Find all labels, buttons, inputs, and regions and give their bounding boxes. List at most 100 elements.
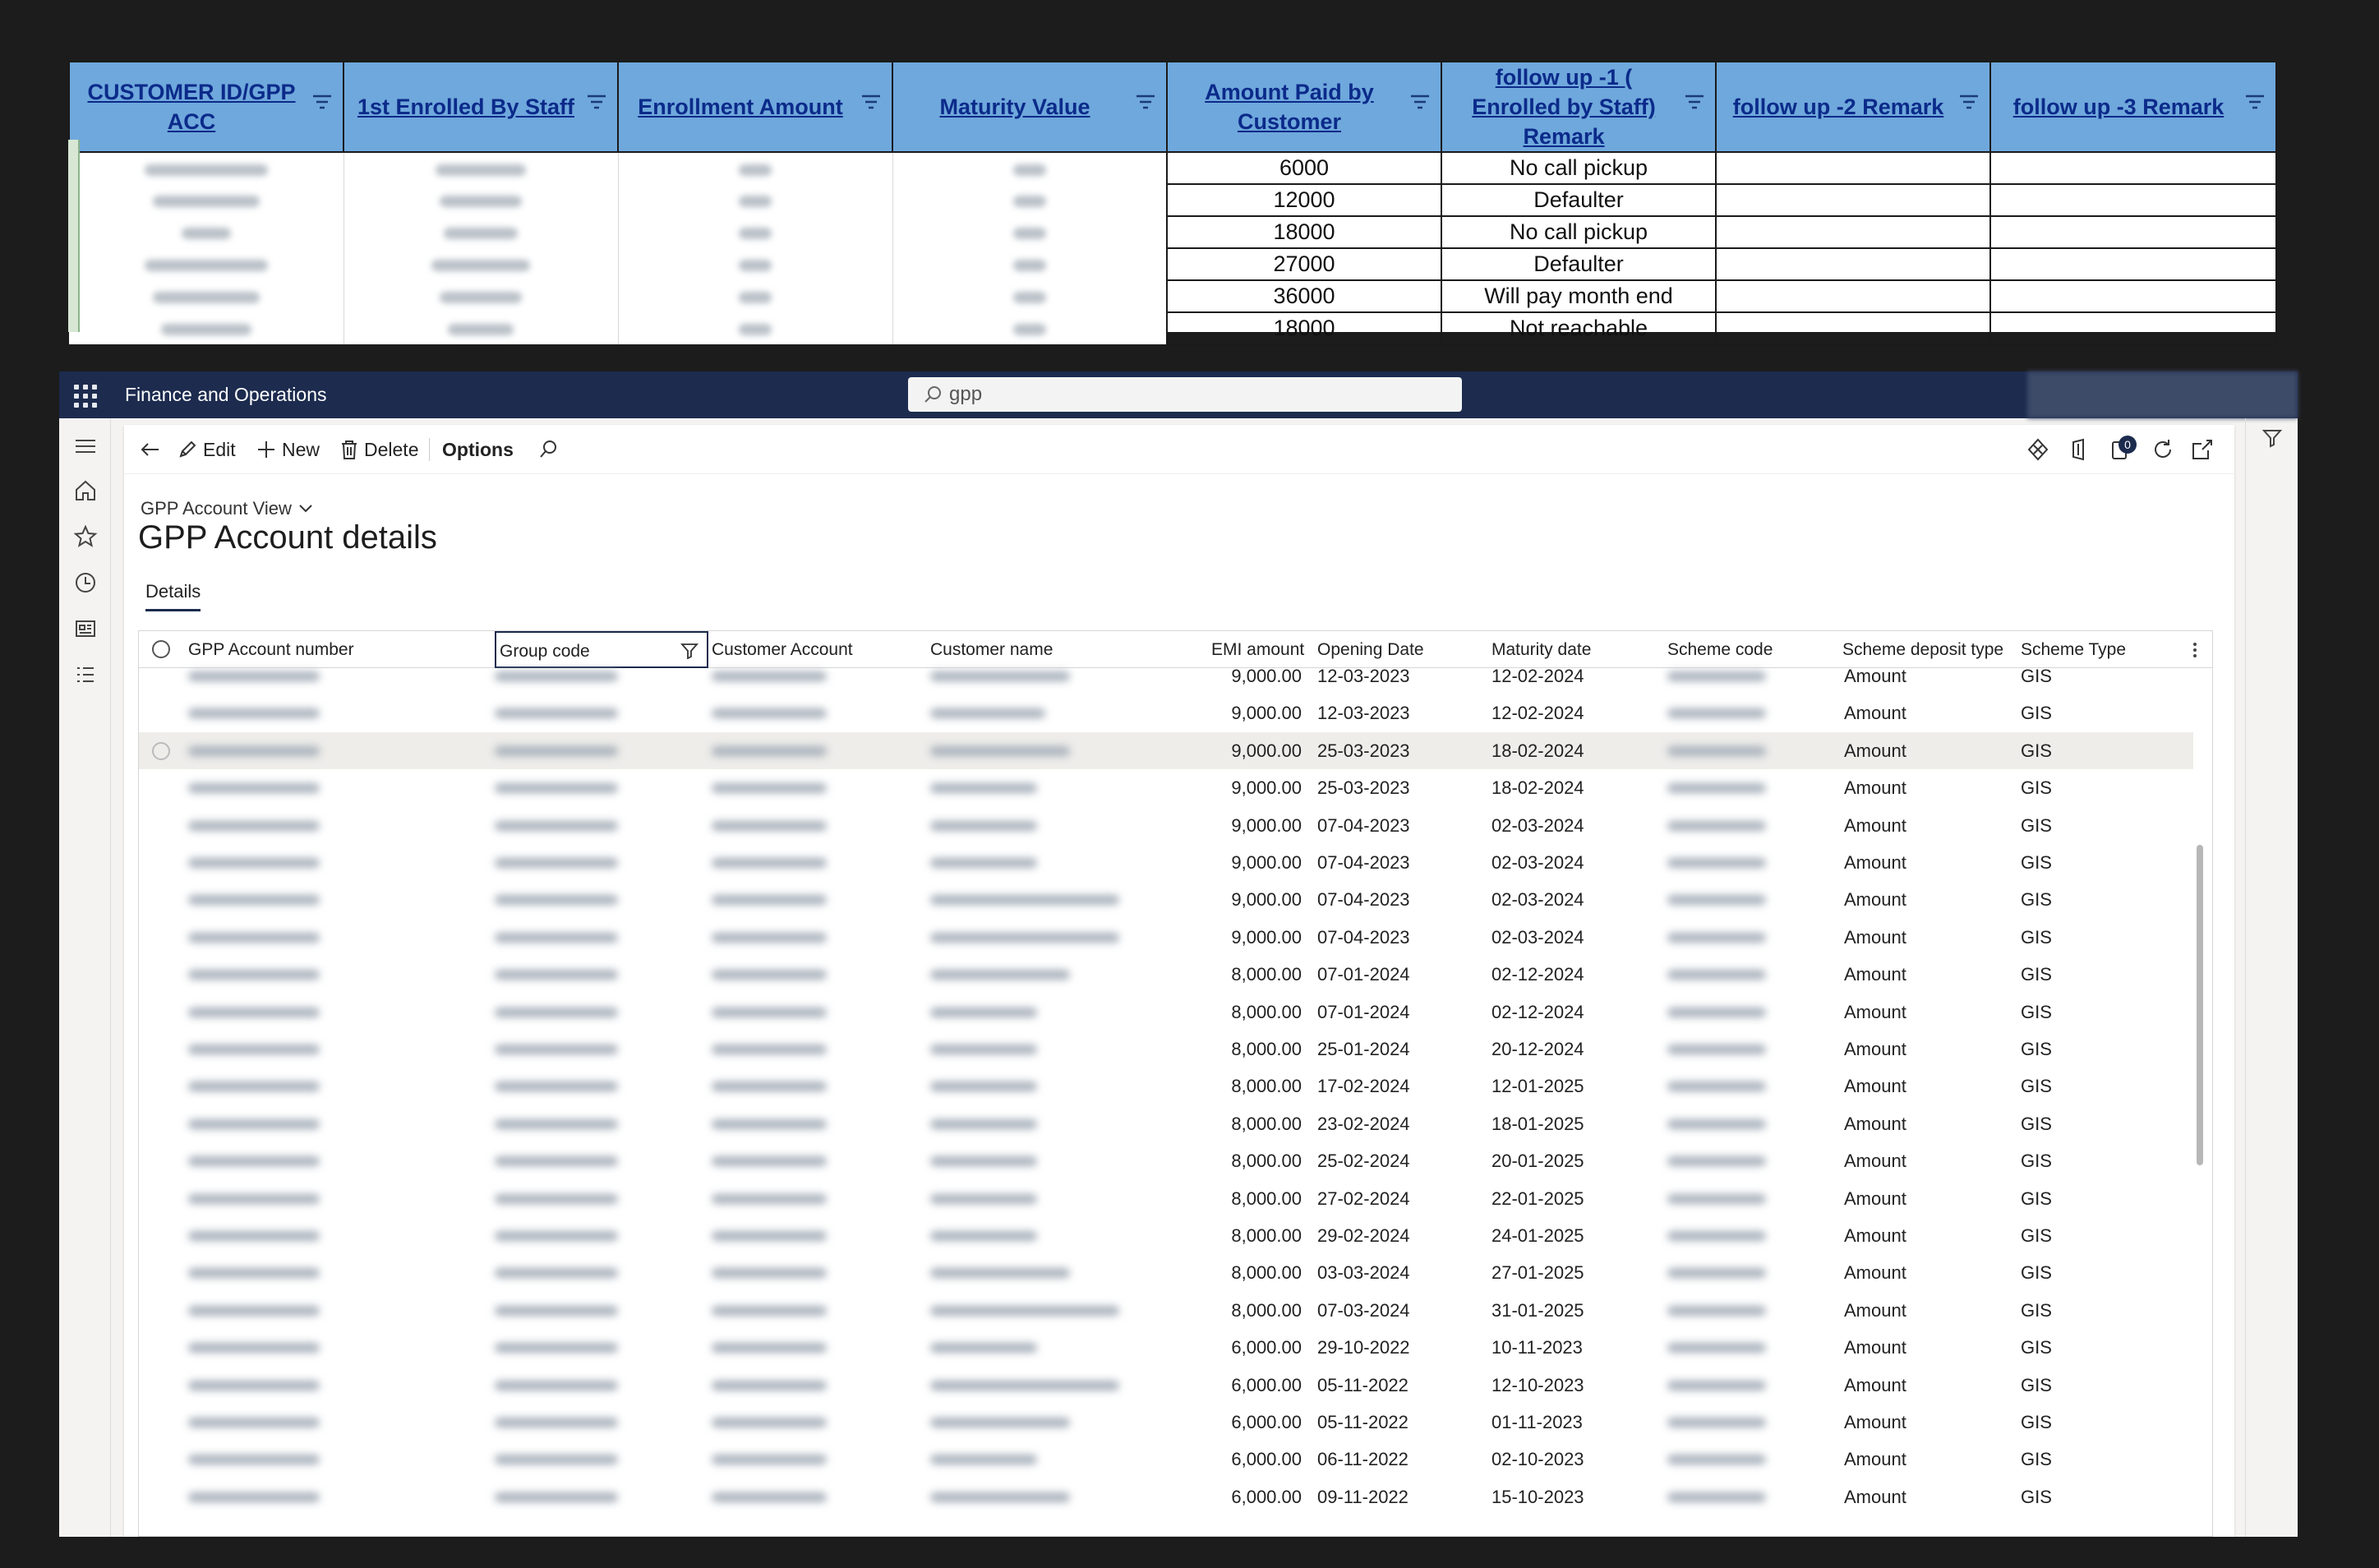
table-row[interactable]: 6,000.00 09-11-2022 15-10-2023 Amount GIS xyxy=(139,1478,2193,1515)
table-row[interactable]: 8,000.00 27-02-2024 22-01-2025 Amount GIS xyxy=(139,1180,2193,1217)
filter-icon[interactable] xyxy=(680,643,698,659)
delete-button[interactable]: Delete xyxy=(339,436,418,463)
select-all-radio[interactable] xyxy=(152,640,170,658)
sheet-column-header[interactable]: Maturity Value xyxy=(892,61,1168,153)
redacted-value xyxy=(712,820,827,831)
table-row[interactable]: 9,000.00 12-03-2023 12-02-2024 Amount GIS xyxy=(139,694,2193,731)
favorites-star-icon[interactable] xyxy=(72,523,99,550)
redacted-value xyxy=(188,1045,320,1054)
emi-amount-cell: 8,000.00 xyxy=(1231,1039,1302,1059)
table-row[interactable]: 9,000.00 25-03-2023 18-02-2024 Amount GIS xyxy=(139,769,2193,806)
maturity-date-cell: 12-10-2023 xyxy=(1491,1374,1584,1395)
table-row[interactable]: 9,000.00 12-03-2023 12-02-2024 Amount GIS xyxy=(139,657,2193,694)
row-select-radio[interactable] xyxy=(152,741,170,760)
refresh-icon[interactable] xyxy=(2151,437,2175,462)
more-options-icon[interactable] xyxy=(2192,641,2198,659)
table-row[interactable]: 8,000.00 03-03-2024 27-01-2025 Amount GIS xyxy=(139,1254,2193,1291)
app-launcher-icon[interactable] xyxy=(74,385,97,408)
table-row[interactable]: 9,000.00 07-04-2023 02-03-2024 Amount GIS xyxy=(139,919,2193,956)
table-row[interactable]: 8,000.00 25-01-2024 20-12-2024 Amount GIS xyxy=(139,1031,2193,1068)
maturity-date-cell: 27-01-2025 xyxy=(1491,1262,1584,1284)
options-tab[interactable]: Options xyxy=(442,436,514,463)
sheet-column-header[interactable]: Amount Paid by Customer xyxy=(1166,61,1442,153)
hamburger-menu-icon[interactable] xyxy=(72,433,99,459)
emi-amount-cell: 6,000.00 xyxy=(1231,1374,1302,1395)
open-new-window-icon[interactable] xyxy=(2190,437,2215,462)
emi-amount-cell: 6,000.00 xyxy=(1231,1486,1302,1507)
column-filter-icon[interactable] xyxy=(860,94,882,110)
column-filter-icon[interactable] xyxy=(586,94,607,110)
table-row[interactable]: 6,000.00 06-11-2022 02-10-2023 Amount GIS xyxy=(139,1441,2193,1478)
redacted-cell xyxy=(892,280,1168,312)
redacted-value xyxy=(495,1380,618,1390)
table-row[interactable]: 9,000.00 07-04-2023 02-03-2024 Amount GIS xyxy=(139,881,2193,918)
separator xyxy=(429,438,430,461)
table-row[interactable]: 8,000.00 25-02-2024 20-01-2025 Amount GIS xyxy=(139,1142,2193,1179)
emi-amount-cell: 6,000.00 xyxy=(1231,1412,1302,1432)
redacted-value xyxy=(930,1193,1037,1204)
scheme-deposit-type-cell: Amount xyxy=(1844,1151,1906,1172)
search-input[interactable]: gpp xyxy=(908,377,1462,412)
home-icon[interactable] xyxy=(72,477,99,504)
table-row[interactable]: 6,000.00 05-11-2022 01-11-2023 Amount GIS xyxy=(139,1404,2193,1441)
maturity-date-cell: 02-03-2024 xyxy=(1491,814,1584,836)
modules-list-icon[interactable] xyxy=(72,662,99,688)
table-row[interactable]: 9,000.00 25-03-2023 18-02-2024 Amount GIS xyxy=(139,731,2193,769)
top-bar: Finance and Operations gpp xyxy=(59,371,2298,418)
scheme-type-cell: GIS xyxy=(2021,1225,2052,1246)
redacted-value xyxy=(930,1045,1037,1054)
redacted-value xyxy=(930,858,1037,868)
column-filter-icon[interactable] xyxy=(2244,94,2266,110)
table-row[interactable]: 9,000.00 07-04-2023 02-03-2024 Amount GIS xyxy=(139,807,2193,844)
table-row[interactable]: 8,000.00 07-01-2024 02-12-2024 Amount GIS xyxy=(139,994,2193,1031)
power-apps-icon[interactable] xyxy=(2026,437,2050,462)
table-row[interactable]: 8,000.00 07-01-2024 02-12-2024 Amount GIS xyxy=(139,956,2193,993)
empty-remark-cell xyxy=(1989,151,2277,185)
edit-button[interactable]: Edit xyxy=(177,436,236,463)
view-selector[interactable]: GPP Account View xyxy=(141,498,313,519)
table-row[interactable]: 6,000.00 29-10-2022 10-11-2023 Amount GIS xyxy=(139,1329,2193,1366)
redacted-value xyxy=(188,671,320,681)
redacted-value xyxy=(1667,820,1766,831)
sheet-column-header[interactable]: follow up -1 ( Enrolled by Staff) Remark xyxy=(1441,61,1717,153)
sheet-column-header[interactable]: CUSTOMER ID/GPP ACC xyxy=(68,61,344,153)
action-search-button[interactable] xyxy=(537,436,559,463)
scheme-deposit-type-cell: Amount xyxy=(1844,1412,1906,1432)
sheet-column-header[interactable]: follow up -2 Remark xyxy=(1715,61,1991,153)
opening-date-cell: 07-04-2023 xyxy=(1317,889,1410,911)
sheet-column-header[interactable]: 1st Enrolled By Staff xyxy=(343,61,619,153)
back-button[interactable] xyxy=(137,436,162,463)
column-filter-icon[interactable] xyxy=(311,94,333,110)
column-filter-icon[interactable] xyxy=(1135,94,1156,110)
sheet-column-header[interactable]: follow up -3 Remark xyxy=(1989,61,2277,153)
new-button[interactable]: New xyxy=(256,436,320,463)
table-row[interactable]: 6,000.00 05-11-2022 12-10-2023 Amount GIS xyxy=(139,1367,2193,1404)
table-row[interactable]: 8,000.00 29-02-2024 24-01-2025 Amount GIS xyxy=(139,1217,2193,1254)
tab-details[interactable]: Details xyxy=(145,581,201,611)
table-row[interactable]: 9,000.00 07-04-2023 02-03-2024 Amount GIS xyxy=(139,844,2193,881)
scheme-deposit-type-cell: Amount xyxy=(1844,777,1906,799)
filter-pane-icon[interactable] xyxy=(2261,427,2284,450)
sheet-column-header[interactable]: Enrollment Amount xyxy=(617,61,893,153)
column-filter-icon[interactable] xyxy=(1409,94,1431,110)
search-query: gpp xyxy=(949,383,983,405)
table-row[interactable]: 8,000.00 17-02-2024 12-01-2025 Amount GIS xyxy=(139,1068,2193,1105)
redacted-value xyxy=(495,1418,618,1427)
office-icon[interactable] xyxy=(2067,437,2091,462)
scheme-type-cell: GIS xyxy=(2021,926,2052,948)
follow-up-1-remark-cell: Will pay month end xyxy=(1441,279,1717,313)
table-row[interactable]: 8,000.00 23-02-2024 18-01-2025 Amount GIS xyxy=(139,1105,2193,1142)
column-filter-icon[interactable] xyxy=(1684,94,1705,110)
notifications-button[interactable]: 0 xyxy=(2109,436,2137,462)
table-row[interactable]: 8,000.00 07-03-2024 31-01-2025 Amount GIS xyxy=(139,1292,2193,1329)
emi-amount-cell: 9,000.00 xyxy=(1231,926,1302,948)
workspaces-icon[interactable] xyxy=(72,616,99,642)
back-arrow-icon xyxy=(141,443,159,456)
emi-amount-cell: 9,000.00 xyxy=(1231,814,1302,836)
vertical-scrollbar[interactable] xyxy=(2197,845,2203,1165)
redacted-value xyxy=(188,970,320,980)
redacted-value xyxy=(495,820,618,831)
recent-clock-icon[interactable] xyxy=(72,570,99,596)
emi-amount-cell: 9,000.00 xyxy=(1231,852,1302,873)
column-filter-icon[interactable] xyxy=(1958,94,1980,110)
